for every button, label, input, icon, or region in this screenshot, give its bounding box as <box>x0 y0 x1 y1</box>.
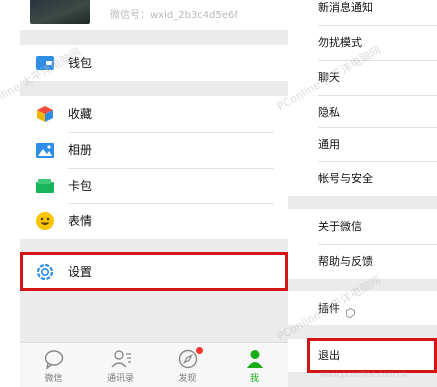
plugin-badge-icon <box>346 303 355 322</box>
tab-me[interactable]: 我 <box>221 343 288 387</box>
settings-card: 设置 <box>20 253 288 290</box>
card-wallet-icon <box>36 177 54 195</box>
wallet-card: 钱包 <box>20 45 288 81</box>
settings-group-logout: 退出 <box>288 339 437 372</box>
menu-label-album: 相册 <box>68 143 93 157</box>
settings-item-privacy[interactable]: 隐私 <box>288 95 437 130</box>
avatar <box>30 0 90 24</box>
gear-icon <box>36 263 54 281</box>
menu-label-stickers: 表情 <box>68 214 93 228</box>
settings-label-general: 通用 <box>318 138 340 151</box>
settings-group-main: 新消息通知 勿扰模式 聊天 隐私 通用 帐号与安全 <box>288 0 437 196</box>
wallet-icon <box>36 54 54 72</box>
settings-item-notifications[interactable]: 新消息通知 <box>288 0 437 25</box>
settings-label-privacy: 隐私 <box>318 106 340 119</box>
collections-card: 收藏 相册 卡包 表情 <box>20 96 288 239</box>
settings-label-dnd: 勿扰模式 <box>318 36 362 49</box>
profile-card[interactable]: 微信号：wxid_2b3c4d5e6f <box>20 0 288 30</box>
settings-label-about: 关于微信 <box>318 220 362 233</box>
settings-label-notifications: 新消息通知 <box>318 1 373 14</box>
tab-contacts[interactable]: 通讯录 <box>87 343 154 387</box>
chat-bubble-icon <box>43 348 65 370</box>
notification-dot <box>196 347 203 354</box>
bottom-tab-bar: 微信 通讯录 发现 我 <box>20 342 288 387</box>
settings-group-about: 关于微信 帮助与反馈 <box>288 209 437 279</box>
settings-item-account-security[interactable]: 帐号与安全 <box>288 161 437 196</box>
menu-item-stickers[interactable]: 表情 <box>20 203 288 239</box>
settings-label-account-security: 帐号与安全 <box>318 172 373 185</box>
menu-item-settings[interactable]: 设置 <box>20 253 288 290</box>
settings-label-chat: 聊天 <box>318 71 340 84</box>
menu-label-settings: 设置 <box>68 264 93 279</box>
photo-icon <box>36 141 54 159</box>
menu-label-favorites: 收藏 <box>68 107 93 121</box>
settings-label-logout: 退出 <box>318 349 340 362</box>
settings-item-dnd[interactable]: 勿扰模式 <box>288 25 437 60</box>
settings-item-plugins[interactable]: 插件 <box>288 291 437 325</box>
me-screen: 微信号：wxid_2b3c4d5e6f 钱包 收藏 相册 卡包 表情 设置 微信… <box>20 0 288 387</box>
contacts-icon <box>110 348 132 370</box>
menu-label-cards: 卡包 <box>68 179 93 193</box>
settings-label-plugins: 插件 <box>318 301 340 315</box>
menu-item-album[interactable]: 相册 <box>20 132 288 168</box>
menu-item-wallet[interactable]: 钱包 <box>20 45 288 81</box>
tab-discover[interactable]: 发现 <box>154 343 221 387</box>
settings-group-plugins: 插件 <box>288 291 437 325</box>
tab-chats[interactable]: 微信 <box>20 343 87 387</box>
menu-label-wallet: 钱包 <box>68 56 93 70</box>
tab-label-discover: 发现 <box>178 374 197 384</box>
settings-screen: 新消息通知 勿扰模式 聊天 隐私 通用 帐号与安全 关于微信 帮助与反馈 插件 … <box>288 0 437 387</box>
menu-item-favorites[interactable]: 收藏 <box>20 96 288 132</box>
settings-item-about[interactable]: 关于微信 <box>288 209 437 244</box>
person-icon <box>244 348 266 370</box>
settings-item-general[interactable]: 通用 <box>288 127 437 162</box>
tab-label-chats: 微信 <box>44 374 63 384</box>
cube-icon <box>36 105 54 123</box>
profile-id: 微信号：wxid_2b3c4d5e6f <box>110 10 238 21</box>
settings-item-logout[interactable]: 退出 <box>288 339 437 372</box>
menu-item-cards[interactable]: 卡包 <box>20 168 288 204</box>
settings-label-help-feedback: 帮助与反馈 <box>318 255 373 268</box>
settings-item-chat[interactable]: 聊天 <box>288 60 437 95</box>
tab-label-contacts: 通讯录 <box>106 374 134 384</box>
smiley-icon <box>36 212 54 230</box>
settings-item-help-feedback[interactable]: 帮助与反馈 <box>288 244 437 279</box>
tab-label-me: 我 <box>249 374 259 384</box>
